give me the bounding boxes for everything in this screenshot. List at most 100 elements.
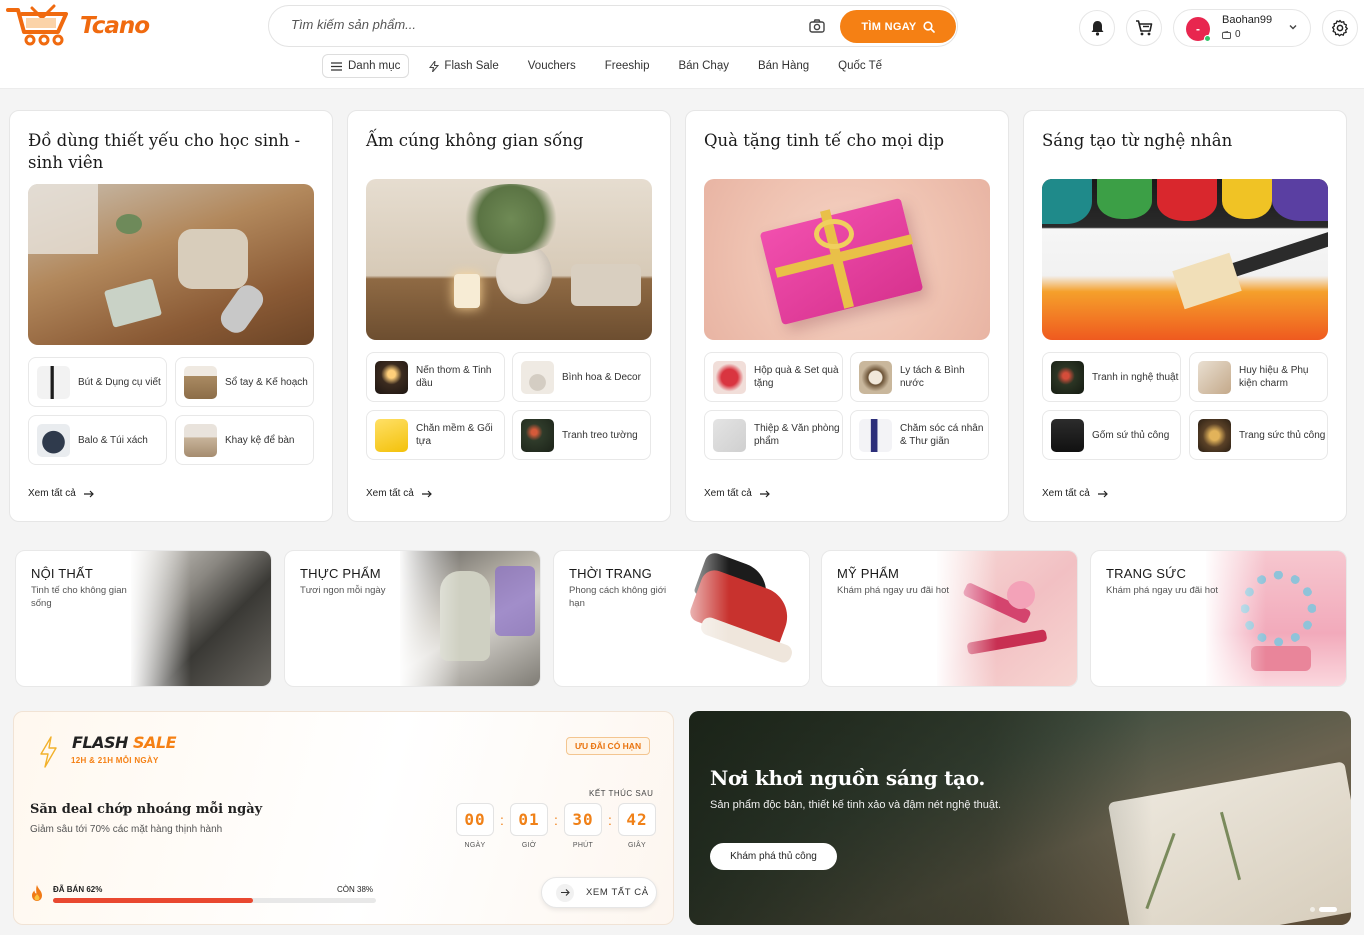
nav-vouchers[interactable]: Vouchers <box>528 60 576 72</box>
subcategory-label: Huy hiệu & Phụ kiện charm <box>1239 365 1309 389</box>
collection-card-students: Đồ dùng thiết yếu cho học sinh - sinh vi… <box>9 110 333 522</box>
flash-sale-heading: Săn deal chớp nhoáng mỗi ngày <box>30 802 263 817</box>
category-banner-cosmetics[interactable]: MỸ PHẨM Khám phá ngay ưu đãi hot <box>821 550 1078 687</box>
flash-title-b: SALE <box>133 733 177 752</box>
subcategory-item[interactable]: Balo & Túi xách <box>28 415 167 465</box>
subcategory-item[interactable]: Ly tách & Bình nước <box>850 352 989 402</box>
subcategory-thumb <box>521 360 554 394</box>
carousel-dot-active[interactable] <box>1319 907 1337 912</box>
collection-hero-image[interactable] <box>1042 179 1328 340</box>
arrow-right-icon <box>421 490 432 497</box>
logo[interactable]: Tcano <box>6 4 150 48</box>
subcategory-item[interactable]: Sổ tay & Kế hoạch <box>175 357 314 407</box>
category-banner-furniture[interactable]: NỘI THẤT Tinh tế cho không gian sống <box>15 550 272 687</box>
banner-desc: Tươi ngon mỗi ngày <box>300 585 386 596</box>
nav-freeship[interactable]: Freeship <box>605 60 650 72</box>
nav-flash-sale[interactable]: Flash Sale <box>429 60 499 72</box>
sold-progress-bar <box>53 898 376 903</box>
subcategory-item[interactable]: Huy hiệu & Phụ kiện charm <box>1189 352 1328 402</box>
online-status-dot <box>1204 35 1211 42</box>
see-all-label: Xem tất cả <box>28 488 76 499</box>
subcategory-item[interactable]: Bút & Dụng cụ viết <box>28 357 167 407</box>
subcategory-item[interactable]: Bình hoa & Decor <box>512 352 651 402</box>
flash-sale-subtitle: 12H & 21H MỖI NGÀY <box>71 756 159 765</box>
collection-card-gifts: Quà tặng tinh tế cho mọi dịp Hộp quà & S… <box>685 110 1009 522</box>
subcategory-label: Trang sức thủ công <box>1239 429 1326 441</box>
subcategory-thumb <box>375 418 408 452</box>
banner-title: THỰC PHẨM <box>300 566 381 581</box>
collection-title: Sáng tạo từ nghệ nhân <box>1042 131 1233 150</box>
subcategory-label: Tranh in nghệ thuật <box>1092 371 1179 383</box>
banner-fade <box>935 551 997 686</box>
camera-icon[interactable] <box>809 19 825 33</box>
subcategory-item[interactable]: Nến thơm & Tinh dầu <box>366 352 505 402</box>
subcategory-label: Sổ tay & Kế hoạch <box>225 376 308 388</box>
banner-title: TRANG SỨC <box>1106 566 1187 581</box>
arrow-right-icon <box>83 490 94 497</box>
subcategory-item[interactable]: Gốm sứ thủ công <box>1042 410 1181 460</box>
countdown-seconds-label: GIÂY <box>628 842 646 849</box>
settings-button[interactable] <box>1322 10 1358 46</box>
subcategory-thumb <box>1198 360 1231 394</box>
banner-desc: Khám phá ngay ưu đãi hot <box>837 585 949 596</box>
arrow-right-icon <box>560 889 570 896</box>
category-banner-jewelry[interactable]: TRANG SỨC Khám phá ngay ưu đãi hot <box>1090 550 1347 687</box>
countdown-separator: : <box>500 812 504 828</box>
collection-title: Ấm cúng không gian sống <box>366 131 584 150</box>
see-all-label: Xem tất cả <box>704 488 752 499</box>
menu-icon <box>331 61 342 71</box>
category-menu-button[interactable]: Danh mục <box>322 54 410 78</box>
top-header: Tcano TÌM NGAY Danh mục Flash Sale Vouch… <box>0 0 1364 89</box>
banner-desc: Phong cách không giới hạn <box>569 585 667 609</box>
collection-hero-image[interactable] <box>704 179 990 340</box>
nav-best-sellers[interactable]: Bán Chạy <box>678 60 729 72</box>
collection-hero-image[interactable] <box>28 184 314 345</box>
subcategory-item[interactable]: Hộp quà & Set quà tặng <box>704 352 843 402</box>
subcategory-item[interactable]: Trang sức thủ công <box>1189 410 1328 460</box>
subcategory-item[interactable]: Thiệp & Văn phòng phẩm <box>704 410 843 460</box>
nav-sell[interactable]: Bán Hàng <box>758 60 809 72</box>
subcategory-item[interactable]: Chăm sóc cá nhân & Thư giãn <box>850 410 989 460</box>
subcategory-item[interactable]: Khay kệ để bàn <box>175 415 314 465</box>
flash-sale-title: FLASH SALE <box>72 733 177 752</box>
flash-sale-view-all-label: XEM TẤT CẢ <box>586 887 649 898</box>
see-all-link[interactable]: Xem tất cả <box>366 488 432 499</box>
search-button[interactable]: TÌM NGAY <box>840 10 956 43</box>
subcategory-thumb <box>859 418 892 452</box>
subcategory-thumb <box>184 423 217 457</box>
subcategory-thumb <box>713 360 746 394</box>
subcategory-item[interactable]: Tranh in nghệ thuật <box>1042 352 1181 402</box>
banner-title: THỜI TRANG <box>569 566 652 581</box>
see-all-link[interactable]: Xem tất cả <box>704 488 770 499</box>
notifications-button[interactable] <box>1079 10 1115 46</box>
user-menu[interactable]: - Baohan99 0 <box>1173 9 1311 47</box>
search-input[interactable] <box>291 17 791 32</box>
category-banner-fashion[interactable]: THỜI TRANG Phong cách không giới hạn <box>553 550 810 687</box>
collection-card-home: Ấm cúng không gian sống Nến thơm & Tinh … <box>347 110 671 522</box>
cart-icon <box>1136 20 1153 36</box>
subcategory-item[interactable]: Tranh treo tường <box>512 410 651 460</box>
lightning-icon <box>429 60 440 72</box>
collection-hero-image[interactable] <box>366 179 652 340</box>
subcategory-thumb <box>1051 418 1084 452</box>
cart-button[interactable] <box>1126 10 1162 46</box>
nav-international[interactable]: Quốc Tế <box>838 60 882 72</box>
carousel-dot[interactable] <box>1310 907 1315 912</box>
subcategory-thumb <box>37 365 70 399</box>
category-banner-food[interactable]: THỰC PHẨM Tươi ngon mỗi ngày <box>284 550 541 687</box>
arrow-right-icon <box>759 490 770 497</box>
see-all-link[interactable]: Xem tất cả <box>1042 488 1108 499</box>
search-button-label: TÌM NGAY <box>861 20 917 33</box>
see-all-link[interactable]: Xem tất cả <box>28 488 94 499</box>
explore-handmade-button[interactable]: Khám phá thủ công <box>710 843 837 870</box>
countdown-hours-label: GIỜ <box>521 842 537 849</box>
subcategory-thumb <box>37 423 70 457</box>
subcategory-thumb <box>375 360 408 394</box>
countdown-minutes-label: PHÚT <box>572 842 594 849</box>
subcategory-label: Bút & Dụng cụ viết <box>78 376 161 388</box>
flash-sale-view-all-button[interactable]: XEM TẤT CẢ <box>541 877 657 908</box>
remaining-label: CÒN 38% <box>337 885 374 894</box>
subcategory-label: Nến thơm & Tinh dầu <box>416 365 492 389</box>
subcategory-item[interactable]: Chăn mềm & Gối tựa <box>366 410 505 460</box>
chevron-down-icon <box>1289 25 1297 30</box>
